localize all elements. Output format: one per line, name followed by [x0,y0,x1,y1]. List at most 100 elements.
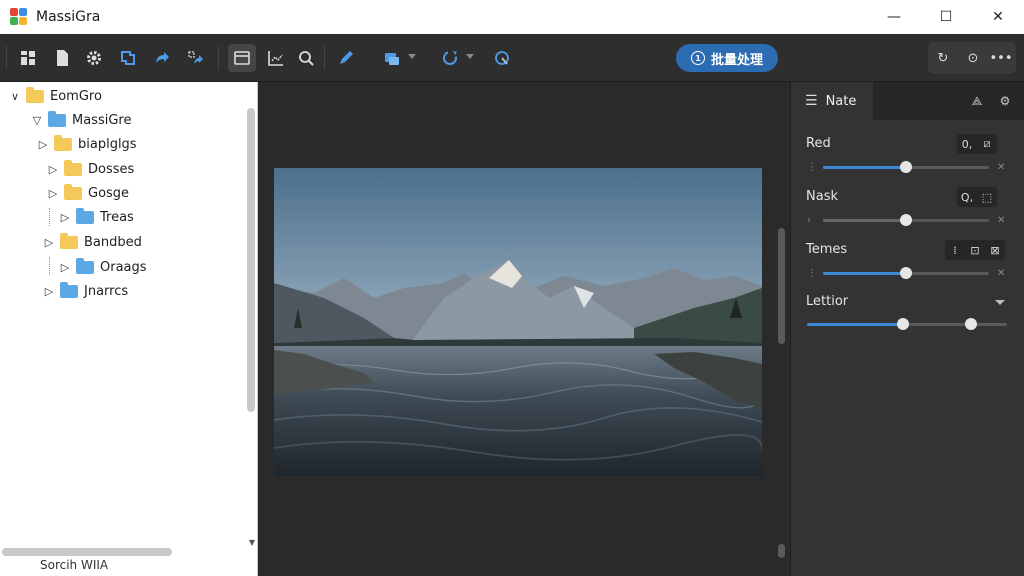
slider-fill [807,323,903,326]
tree-item-label: Oraags [100,259,147,275]
tree-item[interactable]: ▷ Dosses [46,158,134,180]
chart-icon [268,51,283,66]
slider-knob-low[interactable] [897,318,909,330]
tree-item[interactable]: ▽ MassiGre [30,109,131,131]
tree-search-bar[interactable]: Sorcih WIIA [0,554,240,576]
copy-icon [121,51,135,65]
tree-item-label: Dosses [88,161,135,177]
tree-search-text: Sorcih WIIA [40,558,109,572]
tree-item-label: Gosge [88,185,130,201]
forward-button[interactable] [148,44,176,72]
edit-button[interactable] [332,44,360,72]
section-button-group: 0, ⧄ [957,134,997,154]
slider-right-glyph[interactable]: ✕ [997,162,1005,173]
slider-knob[interactable] [900,161,912,173]
slideshow-button[interactable] [488,44,516,72]
refresh-icon[interactable]: ↻ [934,49,952,67]
section-label: Red [806,136,831,151]
tree-toggle-icon[interactable]: ∨ [8,89,22,103]
compare-icon[interactable]: ⊙ [964,49,982,67]
tree-item-label: Jnarrcs [84,283,129,299]
photo-image [274,168,762,476]
section-option-button[interactable]: ⁞ [945,240,965,260]
tones-slider[interactable] [823,267,989,279]
tree-toggle-icon[interactable]: ▷ [42,284,56,298]
title-bar: MassiGra — ☐ ✕ [0,0,1024,34]
tree-toggle-icon[interactable]: ▷ [46,162,60,176]
move-button[interactable] [182,44,210,72]
toolbar-separator [324,46,325,70]
tree-item[interactable]: ▷ biaplglgs [36,133,137,155]
more-icon[interactable]: ••• [990,49,1013,67]
minimize-button[interactable]: — [868,0,920,34]
slider-right-glyph[interactable]: ✕ [997,268,1005,279]
section-option-button[interactable]: ⬚ [977,187,997,207]
section-label: Temes [806,242,848,257]
tree-item[interactable]: ▷ Gosge [46,182,129,204]
zoom-button[interactable] [292,44,320,72]
range-slider[interactable] [807,318,1007,330]
tree-item[interactable]: ∨ EomGro [8,85,102,107]
histogram-button[interactable] [262,44,290,72]
settings-button[interactable] [80,44,108,72]
folder-icon [64,159,82,176]
rotate-button[interactable] [436,44,464,72]
file-button[interactable] [48,44,76,72]
section-option-button[interactable]: ⊡ [965,240,985,260]
section-label: Lettior [806,294,849,309]
tab-notes[interactable]: ☰ Nate [791,82,873,120]
slider-fill [823,219,906,222]
tree-toggle-icon[interactable]: ▷ [58,210,72,224]
red-slider[interactable] [823,161,989,173]
copy-button[interactable] [114,44,142,72]
batch-process-button[interactable]: 1 批量处理 [676,44,778,72]
tree-item[interactable]: ▷ Jnarrcs [42,280,128,302]
canvas-vertical-scrollbar[interactable] [778,228,785,344]
single-view-button[interactable] [228,44,256,72]
tree-item[interactable]: ▷ Bandbed [42,231,142,253]
layers-dropdown-caret[interactable] [408,54,416,59]
folder-icon [60,281,78,298]
section-option-button[interactable]: 0, [957,134,977,154]
brush-icon[interactable]: ⟁ [969,93,985,109]
tree-toggle-icon[interactable]: ▽ [30,113,44,127]
canvas-scroll-end[interactable] [778,544,785,558]
scroll-down-icon[interactable]: ▼ [249,538,255,547]
folder-tree-panel: ∨ EomGro ▽ MassiGre ▷ biaplglgs ▷ Dosses… [0,82,258,576]
app-title: MassiGra [36,9,101,25]
tree-vertical-scrollbar[interactable] [247,108,255,412]
section-option-button[interactable]: ⊠ [985,240,1005,260]
batch-icon: 1 [690,51,705,65]
slider-fill [823,166,906,169]
toolbar: 1 批量处理 ↻ ⊙ ••• [0,34,1024,82]
gear-icon[interactable]: ⚙ [997,93,1013,109]
slider-right-glyph[interactable]: ✕ [997,215,1005,226]
mountain-lake-photo[interactable] [274,168,762,476]
tree-item[interactable]: ▷ Treas [58,206,134,228]
tree-toggle-icon[interactable]: ▷ [36,137,50,151]
thumbnails-button[interactable] [14,44,42,72]
section-option-button[interactable]: Q, [957,187,977,207]
section-button-group: ⁞ ⊡ ⊠ [945,240,1005,260]
slider-knob[interactable] [900,214,912,226]
rotate-icon [443,51,457,65]
mask-slider[interactable] [823,214,989,226]
rotate-dropdown-caret[interactable] [466,54,474,59]
slideshow-icon [495,51,509,65]
gear-icon [87,51,101,65]
adjustments-panel: ☰ Nate ⟁ ⚙ Red 0, ⧄ ⋮ ✕ Nask Q, ⬚ › ✕ Te… [790,82,1024,576]
slider-left-glyph: › [807,215,811,226]
maximize-button[interactable]: ☐ [920,0,972,34]
tree-toggle-icon[interactable]: ▷ [46,186,60,200]
folder-icon [60,232,78,249]
layers-button[interactable] [378,44,406,72]
close-button[interactable]: ✕ [972,0,1024,34]
tree-toggle-icon[interactable]: ▷ [42,235,56,249]
slider-knob-high[interactable] [965,318,977,330]
slider-knob[interactable] [900,267,912,279]
tree-item[interactable]: ▷ Oraags [58,256,147,278]
tab-notes-label: Nate [825,93,857,109]
section-option-button[interactable]: ⧄ [977,134,997,154]
tree-toggle-icon[interactable]: ▷ [58,260,72,274]
chevron-down-icon[interactable] [995,300,1005,305]
